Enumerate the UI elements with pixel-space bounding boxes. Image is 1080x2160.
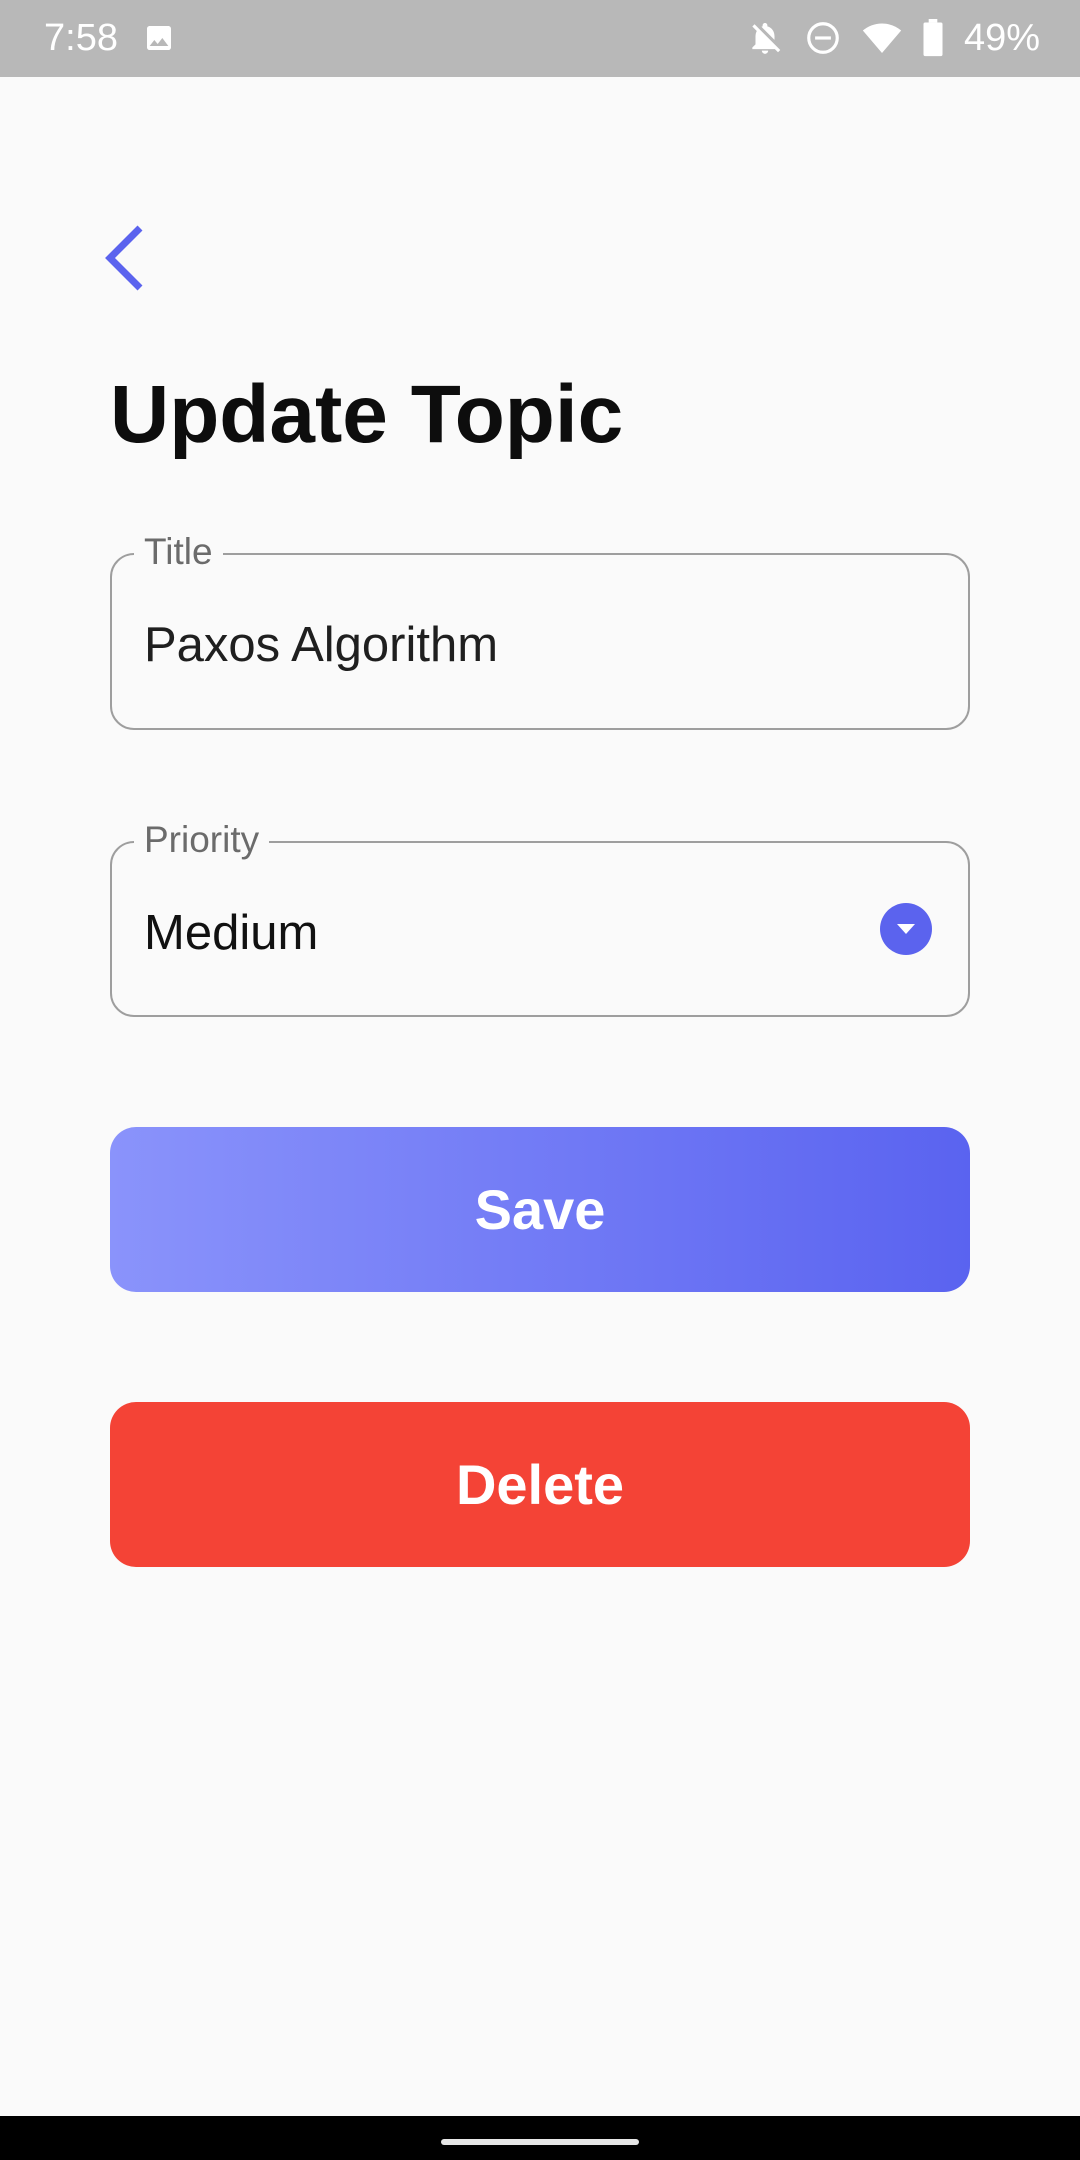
priority-dropdown[interactable]: Priority Medium xyxy=(110,817,970,1017)
wifi-icon xyxy=(862,20,902,56)
save-button[interactable]: Save xyxy=(110,1127,970,1292)
page-title: Update Topic xyxy=(110,369,624,460)
status-icons: 49% xyxy=(746,14,1040,62)
dropdown-arrow-icon[interactable] xyxy=(880,903,932,955)
battery-icon xyxy=(922,19,944,57)
status-time: 7:58 xyxy=(44,17,118,59)
home-indicator[interactable] xyxy=(441,2139,639,2145)
delete-button[interactable]: Delete xyxy=(110,1402,970,1567)
do-not-disturb-icon xyxy=(804,19,842,57)
title-field-label: Title xyxy=(134,529,223,575)
status-bar: 7:58 49% xyxy=(0,0,1080,77)
screen: 7:58 49% Update Topic Title Paxos Algori… xyxy=(0,0,1080,2160)
priority-selected-value: Medium xyxy=(144,906,319,960)
battery-percent: 49% xyxy=(963,17,1040,59)
image-icon xyxy=(143,22,175,54)
priority-field-label: Priority xyxy=(134,817,270,863)
back-button[interactable] xyxy=(100,220,170,300)
chevron-left-icon xyxy=(100,222,148,299)
title-field[interactable]: Title Paxos Algorithm xyxy=(110,529,970,730)
title-input[interactable]: Paxos Algorithm xyxy=(144,615,904,675)
notifications-off-icon xyxy=(746,19,784,57)
navigation-bar xyxy=(0,2116,1080,2160)
